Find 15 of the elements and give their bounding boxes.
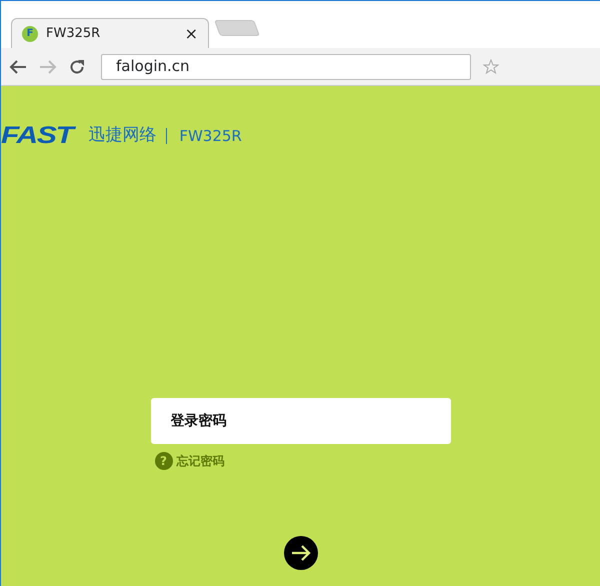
logo: FAST [1,121,73,151]
star-icon[interactable] [483,58,499,74]
favicon-icon: F [22,26,38,42]
password-field[interactable]: 登录密码 [150,398,450,444]
tab-title: FW325R [46,24,102,43]
browser-tab[interactable]: F FW325R × [11,18,209,48]
brand-name: 迅捷网络 [88,124,156,148]
help-icon: ? [154,452,172,470]
back-icon[interactable] [9,58,27,74]
reload-icon[interactable] [69,58,85,74]
login-button[interactable] [284,536,318,570]
model-name: FW325R [166,128,242,144]
close-icon[interactable]: × [184,22,198,46]
arrow-right-icon [290,545,310,561]
address-bar[interactable]: falogin.cn [101,54,471,80]
